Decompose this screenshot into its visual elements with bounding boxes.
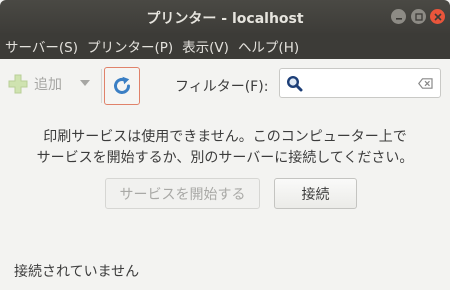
status-text: 接続されていません [14,264,140,280]
filter-label: フィルター(F): [175,79,269,95]
toolbar: 追加 フィルター(F): [0,59,450,109]
service-unavailable-message: 印刷サービスは使用できません。このコンピューター上で サービスを開始するか、別の… [0,127,450,169]
connect-button[interactable]: 接続 [274,178,357,209]
menu-help[interactable]: ヘルプ(H) [233,36,303,56]
refresh-icon [114,76,130,94]
menu-printer[interactable]: プリンター(P) [82,36,177,56]
menu-server[interactable]: サーバー(S) [0,36,82,56]
minimize-button[interactable] [391,9,406,24]
menu-bar: サーバー(S) プリンター(P) 表示(V) ヘルプ(H) [0,33,450,59]
maximize-button[interactable] [411,9,426,24]
window-title: プリンター - localhost [146,11,304,27]
message-line-1: 印刷サービスは使用できません。このコンピューター上で [43,129,407,145]
add-printer-button[interactable]: 追加 [7,72,62,96]
close-icon [433,12,442,21]
add-dropdown-arrow-icon[interactable] [80,80,90,86]
filter-field[interactable] [279,68,441,98]
plus-icon [8,74,28,94]
refresh-button[interactable] [104,67,140,105]
maximize-icon [414,12,423,21]
filter-input[interactable] [308,73,422,95]
add-printer-label: 追加 [34,77,62,93]
start-service-button[interactable]: サービスを開始する [105,178,260,209]
search-icon [286,75,303,92]
printers-window: プリンター - localhost サーバー(S) プリンター(P) 表示(V)… [0,0,450,290]
close-button[interactable] [430,9,445,24]
minimize-icon [395,17,402,20]
message-line-2: サービスを開始するか、別のサーバーに接続してください。 [36,150,414,166]
menu-view[interactable]: 表示(V) [177,36,233,56]
toolbar-separator [101,69,102,103]
title-bar[interactable]: プリンター - localhost [0,0,450,33]
clear-icon[interactable] [418,78,433,89]
